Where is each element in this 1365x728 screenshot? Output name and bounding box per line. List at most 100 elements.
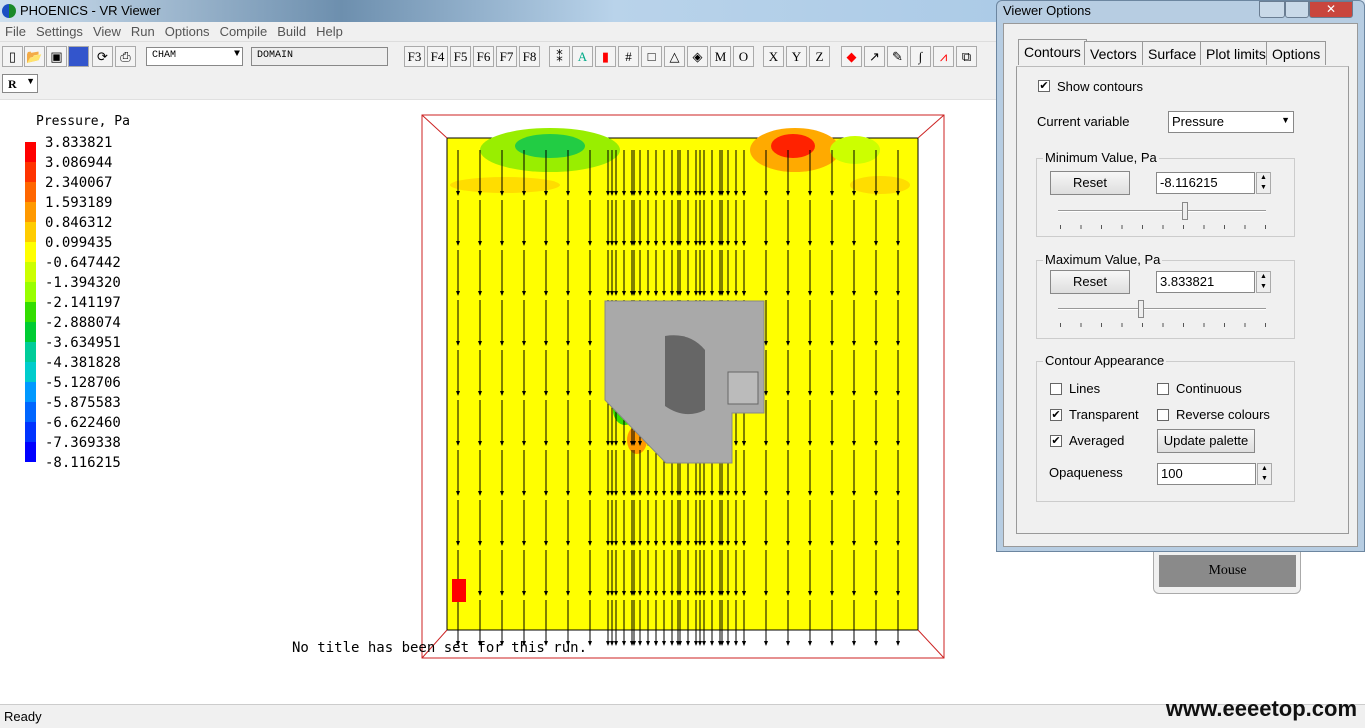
text-icon[interactable]: A bbox=[572, 46, 593, 67]
legend-swatch bbox=[25, 422, 36, 442]
opaqueness-input[interactable]: 100 bbox=[1157, 463, 1256, 485]
averaged-label: Averaged bbox=[1069, 433, 1125, 448]
menu-build[interactable]: Build bbox=[272, 22, 311, 41]
max-slider-ticks bbox=[1060, 323, 1267, 327]
show-contours-checkbox[interactable]: ✔ bbox=[1038, 80, 1050, 92]
menu-options[interactable]: Options bbox=[160, 22, 215, 41]
object-icon[interactable]: ◈ bbox=[687, 46, 708, 67]
vector-arrowhead bbox=[874, 641, 878, 646]
streamline-icon[interactable]: ∫ bbox=[910, 46, 931, 67]
continuous-label: Continuous bbox=[1176, 381, 1242, 396]
vector-arrowhead bbox=[830, 641, 834, 646]
menu-compile[interactable]: Compile bbox=[215, 22, 273, 41]
probe-icon[interactable]: △ bbox=[664, 46, 685, 67]
f6-button[interactable]: F6 bbox=[473, 46, 494, 67]
legend-swatch bbox=[25, 342, 36, 362]
f8-button[interactable]: F8 bbox=[519, 46, 540, 67]
min-reset-button[interactable]: Reset bbox=[1050, 171, 1130, 195]
tab-surface[interactable]: Surface bbox=[1142, 41, 1203, 65]
o-button[interactable]: O bbox=[733, 46, 754, 67]
legend-swatch bbox=[25, 162, 36, 182]
surface-icon[interactable]: ✎ bbox=[887, 46, 908, 67]
menu-settings[interactable]: Settings bbox=[31, 22, 88, 41]
mouse-panel: Mouse bbox=[1153, 548, 1301, 594]
save-icon[interactable]: ▣ bbox=[46, 46, 67, 67]
f7-button[interactable]: F7 bbox=[496, 46, 517, 67]
transparent-label: Transparent bbox=[1069, 407, 1139, 422]
run-title: No title has been set for this run. bbox=[292, 640, 588, 656]
maximize-button[interactable] bbox=[1285, 1, 1309, 18]
y-button[interactable]: Y bbox=[786, 46, 807, 67]
r-combo[interactable]: R ▼ bbox=[2, 74, 38, 93]
max-reset-button[interactable]: Reset bbox=[1050, 270, 1130, 294]
tab-vectors[interactable]: Vectors bbox=[1084, 41, 1143, 65]
vector-icon[interactable]: ↗ bbox=[864, 46, 885, 67]
box-icon[interactable]: ⧉ bbox=[956, 46, 977, 67]
vector-arrowhead bbox=[742, 641, 746, 646]
opaqueness-spinner[interactable]: ▲ ▼ bbox=[1257, 463, 1272, 485]
tab-plot-limits[interactable]: Plot limits bbox=[1200, 41, 1272, 65]
menu-help[interactable]: Help bbox=[311, 22, 348, 41]
min-value-spinner[interactable]: ▲ ▼ bbox=[1256, 172, 1271, 194]
refresh-icon[interactable]: ⟳ bbox=[92, 46, 113, 67]
legend-value: -0.647442 bbox=[45, 255, 121, 271]
new-file-icon[interactable]: ▯ bbox=[2, 46, 23, 67]
contour-appearance-label: Contour Appearance bbox=[1043, 353, 1167, 368]
legend-swatch bbox=[25, 402, 36, 422]
vector-arrowhead bbox=[694, 641, 698, 646]
viewer-plot[interactable] bbox=[415, 110, 950, 665]
lines-checkbox[interactable] bbox=[1050, 383, 1062, 395]
dialog-body: Contours Vectors Surface Plot limits Opt… bbox=[1003, 23, 1358, 547]
viewer-options-dialog: Viewer Options ✕ Contours Vectors Surfac… bbox=[996, 0, 1365, 552]
legend-value: -6.622460 bbox=[45, 415, 121, 431]
continuous-checkbox[interactable] bbox=[1157, 383, 1169, 395]
vector-arrowhead bbox=[662, 641, 666, 646]
mesh-icon[interactable]: # bbox=[618, 46, 639, 67]
close-button[interactable]: ✕ bbox=[1309, 1, 1353, 18]
minimize-button[interactable] bbox=[1259, 1, 1285, 18]
current-variable-select[interactable]: Pressure ▼ bbox=[1168, 111, 1294, 133]
tab-options[interactable]: Options bbox=[1266, 41, 1327, 65]
min-value-slider[interactable] bbox=[1058, 210, 1266, 212]
minimum-value-label: Minimum Value, Pa bbox=[1043, 150, 1159, 165]
z-button[interactable]: Z bbox=[809, 46, 830, 67]
vector-arrowhead bbox=[654, 641, 658, 646]
graph-icon[interactable]: ⩘ bbox=[933, 46, 954, 67]
frame-edge bbox=[917, 114, 945, 139]
mouse-button[interactable]: Mouse bbox=[1159, 555, 1296, 587]
min-value-input[interactable]: -8.116215 bbox=[1156, 172, 1255, 194]
open-folder-icon[interactable]: 📂 bbox=[24, 46, 45, 67]
f5-button[interactable]: F5 bbox=[450, 46, 471, 67]
f3-button[interactable]: F3 bbox=[404, 46, 425, 67]
max-value-slider[interactable] bbox=[1058, 308, 1266, 310]
contour-icon[interactable]: ◆ bbox=[841, 46, 862, 67]
transparent-checkbox[interactable]: ✔ bbox=[1050, 409, 1062, 421]
max-value-spinner[interactable]: ▲ ▼ bbox=[1256, 271, 1271, 293]
tab-contours[interactable]: Contours bbox=[1018, 39, 1087, 65]
x-button[interactable]: X bbox=[763, 46, 784, 67]
legend-value: 3.833821 bbox=[45, 135, 113, 151]
print-icon[interactable]: ⎙ bbox=[115, 46, 136, 67]
menu-run[interactable]: Run bbox=[126, 22, 160, 41]
vector-arrowhead bbox=[852, 641, 856, 646]
max-slider-thumb[interactable] bbox=[1138, 300, 1145, 318]
menu-file[interactable]: File bbox=[0, 22, 31, 41]
outline-icon[interactable]: □ bbox=[641, 46, 662, 67]
dialog-title: Viewer Options bbox=[1003, 3, 1091, 18]
update-palette-button[interactable]: Update palette bbox=[1157, 429, 1255, 453]
f4-button[interactable]: F4 bbox=[427, 46, 448, 67]
max-value-input[interactable]: 3.833821 bbox=[1156, 271, 1255, 293]
legend-value: -2.888074 bbox=[45, 315, 121, 331]
vector-arrowhead bbox=[670, 641, 674, 646]
min-slider-thumb[interactable] bbox=[1181, 202, 1188, 220]
menu-view[interactable]: View bbox=[88, 22, 126, 41]
vector-arrowhead bbox=[808, 641, 812, 646]
grid-toggle-icon[interactable]: ⁑ bbox=[549, 46, 570, 67]
object-combo[interactable]: CHAM ▼ bbox=[146, 47, 243, 66]
reverse-colours-checkbox[interactable] bbox=[1157, 409, 1169, 421]
averaged-checkbox[interactable]: ✔ bbox=[1050, 435, 1062, 447]
image-icon[interactable] bbox=[68, 46, 89, 67]
marker-icon[interactable]: ▮ bbox=[595, 46, 616, 67]
m-button[interactable]: M bbox=[710, 46, 731, 67]
domain-field[interactable]: DOMAIN bbox=[251, 47, 388, 66]
